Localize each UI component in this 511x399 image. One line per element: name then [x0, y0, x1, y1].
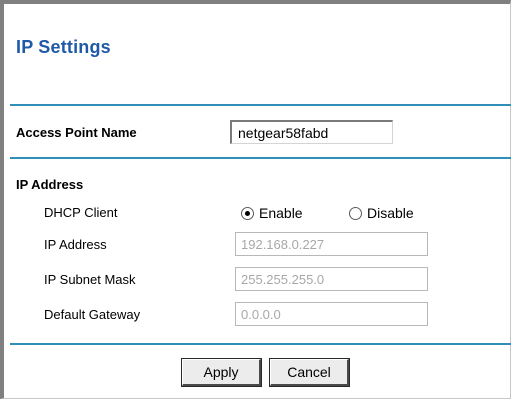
subnet-mask-label: IP Subnet Mask	[44, 272, 136, 287]
apply-button[interactable]: Apply	[181, 358, 262, 387]
dhcp-enable-radio[interactable]: Enable	[241, 205, 303, 221]
dhcp-disable-label: Disable	[367, 205, 414, 221]
default-gateway-input	[235, 302, 428, 326]
radio-unselected-icon	[349, 206, 362, 220]
dhcp-client-label: DHCP Client	[44, 205, 118, 220]
dhcp-enable-label: Enable	[259, 205, 303, 221]
section-divider-top	[10, 104, 511, 106]
section-divider-bottom	[10, 343, 511, 345]
cancel-button[interactable]: Cancel	[269, 358, 350, 387]
access-point-name-input[interactable]	[230, 120, 393, 144]
ip-address-section-heading: IP Address	[16, 177, 84, 192]
ip-address-label: IP Address	[44, 237, 107, 252]
page-title: IP Settings	[16, 37, 111, 57]
dhcp-disable-radio[interactable]: Disable	[349, 205, 414, 221]
section-divider-middle	[10, 157, 511, 159]
default-gateway-label: Default Gateway	[44, 307, 141, 322]
settings-panel: IP Settings Access Point Name IP Address…	[0, 0, 511, 399]
ip-address-input	[235, 232, 428, 256]
subnet-mask-input	[235, 267, 428, 291]
access-point-name-label: Access Point Name	[16, 125, 137, 140]
radio-selected-icon	[241, 206, 254, 220]
